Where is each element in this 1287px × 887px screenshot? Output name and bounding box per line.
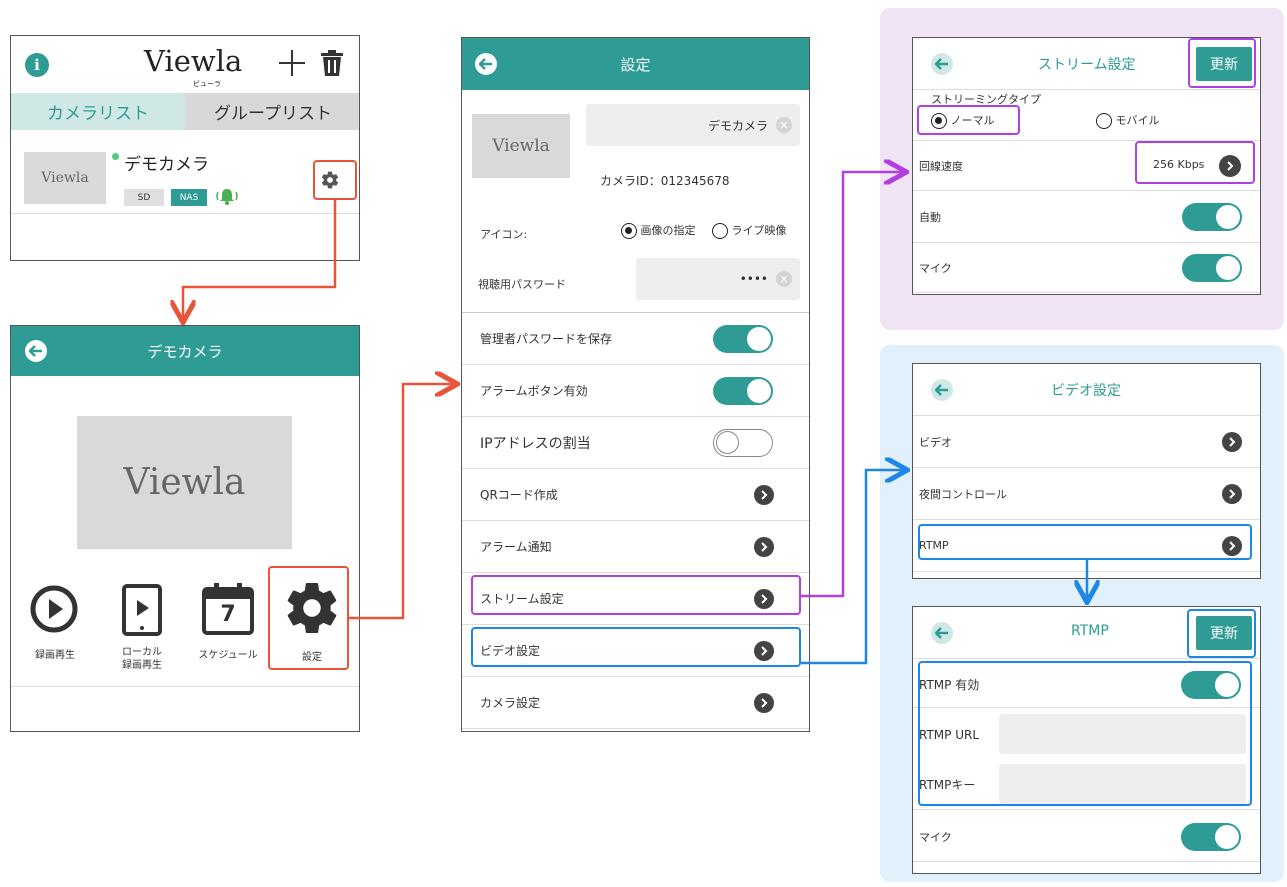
arrow-menu-to-settings (349, 384, 455, 620)
flow-arrows (0, 0, 1287, 665)
arrow-settings-to-stream (801, 172, 904, 598)
arrow-settings-to-video (801, 470, 905, 665)
arrow-gear-to-menu (183, 200, 337, 320)
